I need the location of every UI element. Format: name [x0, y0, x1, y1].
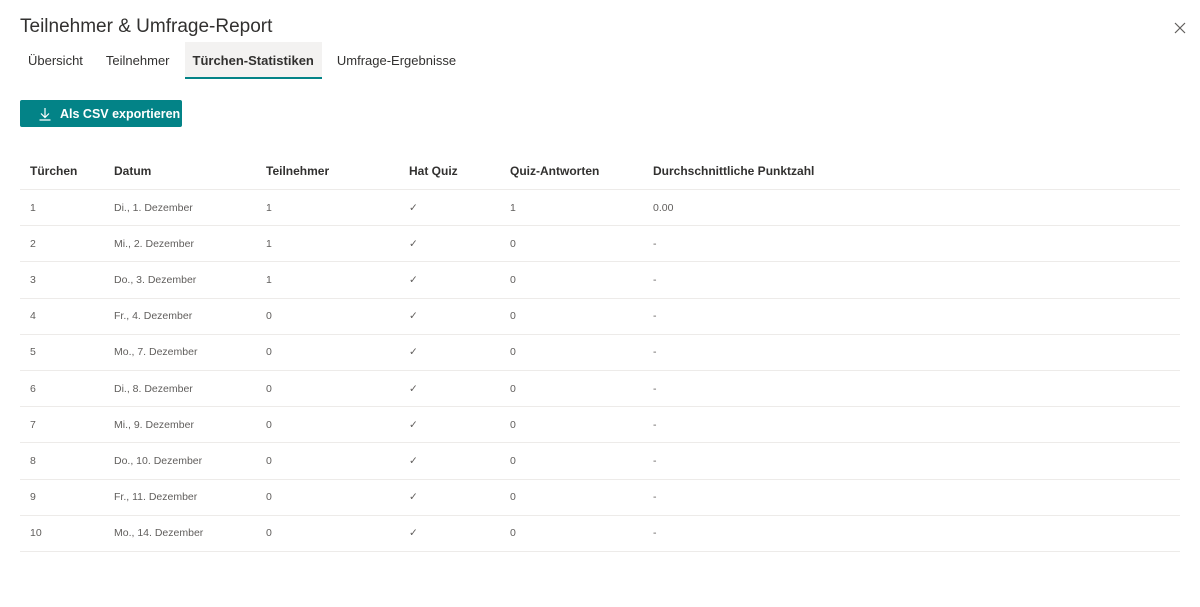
cell-teilnehmer: 0: [266, 454, 272, 467]
tab-uebersicht[interactable]: Übersicht: [20, 42, 91, 79]
cell-datum: Mo., 7. Dezember: [114, 346, 198, 359]
cell-punktzahl: -: [653, 273, 657, 286]
cell-tuerchen: 7: [30, 418, 36, 431]
cell-tuerchen: 8: [30, 454, 36, 467]
export-csv-button[interactable]: Als CSV exportieren: [20, 100, 182, 127]
cell-quiz-antworten: 0: [510, 237, 516, 250]
cell-teilnehmer: 1: [266, 237, 272, 250]
cell-datum: Mo., 14. Dezember: [114, 527, 204, 540]
tab-umfrage-ergebnisse[interactable]: Umfrage-Ergebnisse: [329, 42, 464, 79]
tab-bar: Übersicht Teilnehmer Türchen-Statistiken…: [20, 42, 471, 79]
cell-datum: Mi., 2. Dezember: [114, 237, 194, 250]
cell-punktzahl: -: [653, 491, 657, 504]
cell-hat-quiz-check-icon: ✓: [409, 454, 418, 467]
cell-punktzahl: -: [653, 310, 657, 323]
cell-hat-quiz-check-icon: ✓: [409, 527, 418, 540]
table-header: Türchen Datum Teilnehmer Hat Quiz Quiz-A…: [20, 153, 1180, 190]
cell-teilnehmer: 1: [266, 273, 272, 286]
cell-punktzahl: -: [653, 346, 657, 359]
cell-tuerchen: 4: [30, 310, 36, 323]
cell-hat-quiz-check-icon: ✓: [409, 382, 418, 395]
cell-datum: Do., 10. Dezember: [114, 454, 203, 467]
table-row: 2 Mi., 2. Dezember 1 ✓ 0 -: [20, 226, 1180, 263]
report-dialog: Teilnehmer & Umfrage-Report Übersicht Te…: [0, 0, 1200, 607]
table-row: 5 Mo., 7. Dezember 0 ✓ 0 -: [20, 335, 1180, 371]
cell-punktzahl: -: [653, 237, 657, 250]
cell-quiz-antworten: 0: [510, 527, 516, 540]
table-row: 4 Fr., 4. Dezember 0 ✓ 0 -: [20, 299, 1180, 335]
close-button[interactable]: [1170, 18, 1190, 38]
export-csv-label: Als CSV exportieren: [60, 106, 181, 121]
cell-tuerchen: 5: [30, 346, 36, 359]
cell-quiz-antworten: 0: [510, 382, 516, 395]
cell-tuerchen: 10: [30, 527, 42, 540]
column-header-durchschnittliche-punktzahl[interactable]: Durchschnittliche Punktzahl: [643, 164, 1180, 178]
table-row: 3 Do., 3. Dezember 1 ✓ 0 -: [20, 262, 1180, 299]
cell-quiz-antworten: 0: [510, 346, 516, 359]
download-icon: [38, 107, 52, 121]
column-header-tuerchen[interactable]: Türchen: [20, 164, 104, 178]
table-row: 8 Do., 10. Dezember 0 ✓ 0 -: [20, 443, 1180, 480]
cell-tuerchen: 6: [30, 382, 36, 395]
cell-quiz-antworten: 0: [510, 273, 516, 286]
cell-hat-quiz-check-icon: ✓: [409, 491, 418, 504]
cell-teilnehmer: 0: [266, 418, 272, 431]
cell-tuerchen: 9: [30, 491, 36, 504]
dialog-title: Teilnehmer & Umfrage-Report: [20, 16, 273, 37]
cell-datum: Fr., 4. Dezember: [114, 310, 193, 323]
cell-hat-quiz-check-icon: ✓: [409, 346, 418, 359]
table-row: 1 Di., 1. Dezember 1 ✓ 1 0.00: [20, 190, 1180, 227]
cell-quiz-antworten: 0: [510, 310, 516, 323]
cell-datum: Do., 3. Dezember: [114, 273, 197, 286]
cell-quiz-antworten: 1: [510, 201, 516, 214]
cell-teilnehmer: 1: [266, 201, 272, 214]
cell-punktzahl: -: [653, 418, 657, 431]
cell-quiz-antworten: 0: [510, 418, 516, 431]
column-header-datum[interactable]: Datum: [104, 164, 256, 178]
column-header-teilnehmer[interactable]: Teilnehmer: [256, 164, 399, 178]
cell-hat-quiz-check-icon: ✓: [409, 237, 418, 250]
cell-hat-quiz-check-icon: ✓: [409, 273, 418, 286]
cell-quiz-antworten: 0: [510, 491, 516, 504]
cell-teilnehmer: 0: [266, 491, 272, 504]
table-row: 7 Mi., 9. Dezember 0 ✓ 0 -: [20, 407, 1180, 444]
cell-punktzahl: -: [653, 527, 657, 540]
tab-tuerchen-statistiken[interactable]: Türchen-Statistiken: [184, 42, 323, 79]
cell-datum: Di., 8. Dezember: [114, 382, 193, 395]
cell-teilnehmer: 0: [266, 310, 272, 323]
cell-punktzahl: -: [653, 382, 657, 395]
tab-teilnehmer[interactable]: Teilnehmer: [98, 42, 178, 79]
cell-punktzahl: 0.00: [653, 201, 674, 214]
cell-tuerchen: 2: [30, 237, 36, 250]
cell-tuerchen: 1: [30, 201, 36, 214]
column-header-hat-quiz[interactable]: Hat Quiz: [399, 164, 500, 178]
cell-teilnehmer: 0: [266, 382, 272, 395]
cell-datum: Mi., 9. Dezember: [114, 418, 194, 431]
cell-hat-quiz-check-icon: ✓: [409, 418, 418, 431]
cell-datum: Di., 1. Dezember: [114, 201, 193, 214]
cell-quiz-antworten: 0: [510, 454, 516, 467]
tuerchen-table: Türchen Datum Teilnehmer Hat Quiz Quiz-A…: [20, 153, 1180, 552]
table-row: 10 Mo., 14. Dezember 0 ✓ 0 -: [20, 516, 1180, 552]
cell-punktzahl: -: [653, 454, 657, 467]
cell-hat-quiz-check-icon: ✓: [409, 310, 418, 323]
table-row: 6 Di., 8. Dezember 0 ✓ 0 -: [20, 371, 1180, 408]
cell-teilnehmer: 0: [266, 527, 272, 540]
table-row: 9 Fr., 11. Dezember 0 ✓ 0 -: [20, 480, 1180, 516]
cell-hat-quiz-check-icon: ✓: [409, 201, 418, 214]
column-header-quiz-antworten[interactable]: Quiz-Antworten: [500, 164, 643, 178]
close-icon: [1174, 22, 1186, 34]
cell-tuerchen: 3: [30, 273, 36, 286]
cell-teilnehmer: 0: [266, 346, 272, 359]
cell-datum: Fr., 11. Dezember: [114, 491, 198, 504]
